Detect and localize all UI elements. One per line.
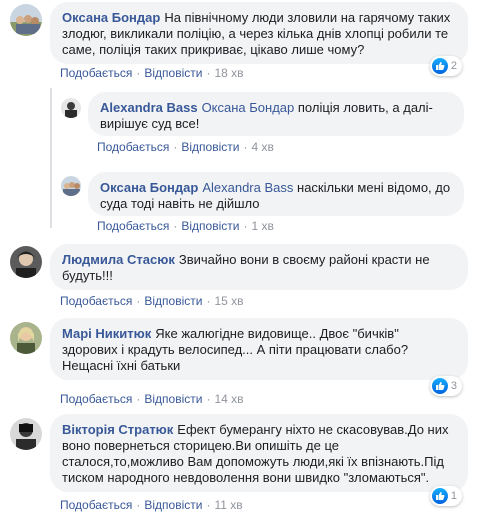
- separator: ·: [206, 294, 211, 308]
- comment-author[interactable]: Марі Никитюк: [62, 326, 151, 341]
- reply-bubble: Alexandra Bass Оксана Бондар поліція лови…: [88, 92, 464, 136]
- comment-bubble: Людмила Стасюк Звичайно вони в своєму рай…: [50, 244, 468, 290]
- reaction-number: 2: [450, 60, 457, 72]
- comment: Марі Никитюк Яке жалюгідне видовище.. Дво…: [0, 316, 498, 406]
- reply-actions: Подобається · Відповісти · 1 хв: [97, 219, 274, 233]
- comment: Вікторія Стратюк Ефект бумерангу ніхто не…: [0, 412, 498, 517]
- reply-author[interactable]: Оксана Бондар: [100, 180, 198, 195]
- comment-bubble: Оксана Бондар На північному люди зловили …: [50, 2, 468, 64]
- mention[interactable]: Alexandra Bass: [202, 180, 293, 195]
- separator: ·: [243, 140, 248, 154]
- comment-bubble: Вікторія Стратюк Ефект бумерангу ніхто не…: [50, 414, 468, 492]
- like-icon: [432, 378, 448, 394]
- reply: Alexandra Bass Оксана Бондар поліція лови…: [0, 90, 498, 160]
- separator: ·: [136, 294, 141, 308]
- mention[interactable]: Оксана Бондар: [202, 100, 295, 115]
- like-link[interactable]: Подобається: [97, 140, 169, 154]
- separator: ·: [136, 498, 141, 512]
- reaction-number: 1: [450, 490, 457, 502]
- reply-link[interactable]: Відповісти: [181, 140, 239, 154]
- like-link[interactable]: Подобається: [60, 392, 132, 406]
- comment-bubble: Марі Никитюк Яке жалюгідне видовище.. Дво…: [50, 318, 468, 380]
- comment-actions: Подобається · Відповісти · 14 хв: [60, 392, 244, 406]
- timestamp[interactable]: 4 хв: [251, 140, 273, 154]
- reply-link[interactable]: Відповісти: [144, 392, 202, 406]
- reaction-number: 3: [450, 380, 457, 392]
- reply-link[interactable]: Відповісти: [144, 498, 202, 512]
- like-link[interactable]: Подобається: [60, 66, 132, 80]
- avatar[interactable]: [10, 418, 42, 450]
- separator: ·: [206, 66, 211, 80]
- comment-actions: Подобається · Відповісти · 15 хв: [60, 294, 244, 308]
- reaction-count[interactable]: 2: [430, 56, 462, 76]
- comment-author[interactable]: Вікторія Стратюк: [62, 422, 173, 437]
- separator: ·: [136, 66, 141, 80]
- avatar[interactable]: [10, 4, 42, 36]
- comment: Людмила Стасюк Звичайно вони в своєму рай…: [0, 238, 498, 308]
- separator: ·: [206, 498, 211, 512]
- timestamp[interactable]: 15 хв: [214, 294, 243, 308]
- reply-link[interactable]: Відповісти: [181, 219, 239, 233]
- separator: ·: [206, 392, 211, 406]
- avatar[interactable]: [61, 98, 81, 118]
- reply-link[interactable]: Відповісти: [144, 66, 202, 80]
- like-icon: [432, 58, 448, 74]
- avatar[interactable]: [10, 246, 42, 278]
- comment-author[interactable]: Людмила Стасюк: [62, 252, 175, 267]
- avatar[interactable]: [10, 322, 42, 354]
- separator: ·: [173, 219, 178, 233]
- comment-actions: Подобається · Відповісти · 11 хв: [60, 498, 243, 512]
- like-link[interactable]: Подобається: [60, 498, 132, 512]
- like-icon: [432, 488, 448, 504]
- comment: Оксана Бондар На північному люди зловили …: [0, 0, 498, 90]
- separator: ·: [243, 219, 248, 233]
- reply-actions: Подобається · Відповісти · 4 хв: [97, 140, 274, 154]
- timestamp[interactable]: 18 хв: [214, 66, 243, 80]
- avatar[interactable]: [61, 176, 81, 196]
- reply-bubble: Оксана Бондар Alexandra Bass наскільки ме…: [88, 172, 464, 216]
- timestamp[interactable]: 1 хв: [251, 219, 273, 233]
- separator: ·: [173, 140, 178, 154]
- comment-author[interactable]: Оксана Бондар: [62, 10, 160, 25]
- timestamp[interactable]: 11 хв: [214, 498, 242, 512]
- comment-actions: Подобається · Відповісти · 18 хв: [60, 66, 244, 80]
- reaction-count[interactable]: 3: [430, 376, 462, 396]
- reply-author[interactable]: Alexandra Bass: [100, 100, 198, 115]
- reply: Оксана Бондар Alexandra Bass наскільки ме…: [0, 168, 498, 238]
- like-link[interactable]: Подобається: [60, 294, 132, 308]
- like-link[interactable]: Подобається: [97, 219, 169, 233]
- reaction-count[interactable]: 1: [430, 486, 462, 506]
- separator: ·: [136, 392, 141, 406]
- timestamp[interactable]: 14 хв: [214, 392, 243, 406]
- reply-link[interactable]: Відповісти: [144, 294, 202, 308]
